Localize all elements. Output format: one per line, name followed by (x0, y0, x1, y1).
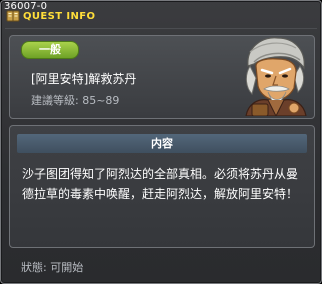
window-title: QUEST INFO (23, 11, 96, 22)
quest-book-icon (6, 10, 20, 22)
quest-name: [阿里安特]解救苏丹 (31, 72, 137, 86)
quest-description: 沙子图团得知了阿烈达的全部真相。必须将苏丹从曼德拉草的毒素中唤醒，赶走阿烈达，解… (22, 167, 299, 201)
quest-info-window: 36007-0 QUEST INFO 一般 [阿里安特]解救苏丹 建議等級: 8… (0, 0, 322, 284)
content-section-header: 内容 (17, 134, 307, 153)
npc-portrait-icon (245, 37, 307, 116)
quest-type-badge: 一般 (21, 41, 79, 59)
quest-header-panel: 一般 [阿里安特]解救苏丹 建議等級: 85~89 (9, 35, 315, 119)
title-divider (5, 28, 317, 29)
quest-status: 狀態: 可開始 (21, 261, 84, 274)
recommended-level: 建議等級: 85~89 (31, 94, 120, 107)
quest-description-panel: 内容 沙子图团得知了阿烈达的全部真相。必须将苏丹从曼德拉草的毒素中唤醒，赶走阿烈… (9, 125, 315, 248)
